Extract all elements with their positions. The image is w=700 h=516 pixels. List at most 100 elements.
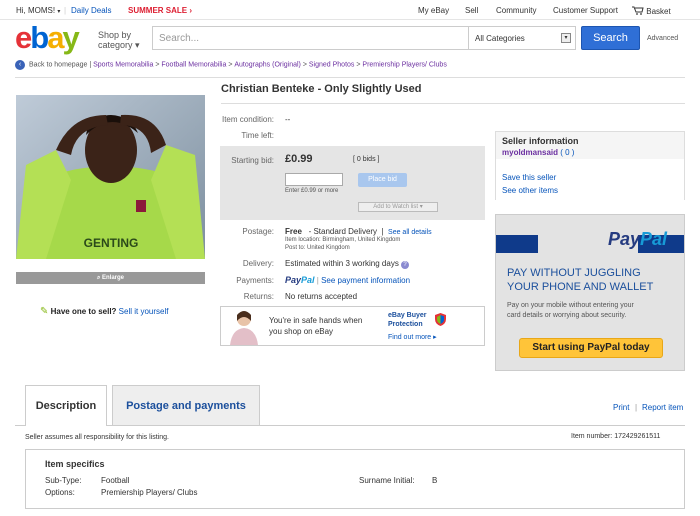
find-out-more-link[interactable]: Find out more ▸ bbox=[388, 333, 437, 341]
see-other-items-link[interactable]: See other items bbox=[502, 186, 558, 195]
protection-line-1: You're in safe hands when bbox=[269, 316, 363, 325]
advert-body-2: card details or worrying about security. bbox=[507, 312, 627, 319]
advert-headline-2: YOUR PHONE AND WALLET bbox=[507, 281, 654, 293]
shop-by-category[interactable]: Shop by category ▾ bbox=[98, 30, 140, 50]
community-link[interactable]: Community bbox=[496, 6, 536, 15]
search-button[interactable]: Search bbox=[581, 26, 640, 50]
basket-link[interactable]: Basket bbox=[632, 6, 671, 16]
post-to: Post to: United Kingdom bbox=[285, 245, 350, 251]
add-to-watch-list-button[interactable]: Add to Watch list ▾ bbox=[358, 202, 438, 212]
paypal-logo: PayPal bbox=[608, 229, 668, 249]
product-image[interactable]: GENTING bbox=[16, 95, 205, 259]
returns-label: Returns: bbox=[243, 292, 274, 301]
breadcrumb-item[interactable]: Premiership Players/ Clubs bbox=[362, 62, 446, 69]
breadcrumb-item[interactable]: Sports Memorabilia bbox=[93, 62, 153, 69]
have-one-to-sell: ✎ Have one to sell? Sell it yourself bbox=[40, 306, 169, 317]
sub-type-label: Sub-Type: bbox=[45, 476, 82, 485]
feedback-score[interactable]: ( 0 ) bbox=[560, 148, 574, 157]
seller-disclaimer: Seller assumes all responsibility for th… bbox=[25, 434, 169, 441]
postage-label: Postage: bbox=[242, 227, 274, 236]
divider bbox=[221, 103, 685, 104]
condition-value: -- bbox=[285, 115, 291, 124]
print-link[interactable]: Print bbox=[613, 403, 629, 412]
paypal-logo: PayPal bbox=[285, 275, 315, 285]
basket-icon bbox=[632, 6, 644, 15]
product-photo: GENTING bbox=[16, 95, 205, 259]
woman-image bbox=[230, 311, 258, 345]
greeting-menu[interactable]: Hi, MOMS! ▾ bbox=[16, 6, 60, 15]
bids-count-link[interactable]: [ 0 bids ] bbox=[353, 156, 379, 163]
listing-title: Christian Benteke - Only Slightly Used bbox=[221, 83, 422, 95]
protection-line-2: you shop on eBay bbox=[269, 327, 334, 336]
options-value: Premiership Players/ Clubs bbox=[101, 488, 198, 497]
divider bbox=[15, 425, 685, 426]
advert-headline-1: PAY WITHOUT JUGGLING bbox=[507, 267, 641, 279]
search-input[interactable]: Search... bbox=[152, 26, 469, 50]
back-to-homepage-link[interactable]: Back to homepage bbox=[29, 62, 87, 69]
daily-deals-link[interactable]: Daily Deals bbox=[71, 6, 111, 15]
customer-support-link[interactable]: Customer Support bbox=[553, 6, 618, 15]
protection-brand-1: eBay Buyer bbox=[388, 312, 427, 319]
starting-bid-label: Starting bid: bbox=[231, 156, 274, 165]
see-all-details-link[interactable]: See all details bbox=[388, 229, 432, 236]
payments-label: Payments: bbox=[236, 276, 274, 285]
back-arrow-icon[interactable]: ‹ bbox=[15, 60, 25, 70]
my-ebay-link[interactable]: My eBay bbox=[418, 6, 449, 15]
item-location: Item location: Birmingham, United Kingdo… bbox=[285, 237, 401, 243]
sell-link[interactable]: Sell bbox=[465, 6, 478, 15]
chevron-right-icon: › bbox=[189, 6, 193, 15]
tag-icon: ✎ bbox=[40, 306, 49, 317]
bid-hint: Enter £0.99 or more bbox=[285, 188, 339, 194]
seller-information-box: Seller information myoldmansaid ( 0 ) Sa… bbox=[495, 131, 685, 200]
item-specifics-title: Item specifics bbox=[45, 459, 105, 469]
time-left-label: Time left: bbox=[241, 131, 274, 140]
item-number: Item number: 172429261511 bbox=[571, 433, 661, 440]
seller-name-row: myoldmansaid ( 0 ) bbox=[502, 148, 574, 157]
starting-bid-value: £0.99 bbox=[285, 153, 313, 165]
info-icon[interactable]: ? bbox=[401, 261, 410, 269]
surname-initial-label: Surname Initial: bbox=[359, 476, 415, 485]
tab-description[interactable]: Description bbox=[25, 385, 107, 426]
delivery-value: Estimated within 3 working days ? bbox=[285, 259, 410, 269]
buyer-protection-banner[interactable]: You're in safe hands when you shop on eB… bbox=[220, 306, 485, 346]
returns-value: No returns accepted bbox=[285, 292, 358, 301]
see-payment-info-link[interactable]: See payment information bbox=[321, 276, 410, 285]
report-item-link[interactable]: Report item bbox=[642, 403, 683, 412]
summer-sale-link[interactable]: SUMMER SALE › bbox=[128, 6, 192, 15]
breadcrumb-item[interactable]: Football Memorabilia bbox=[161, 62, 226, 69]
sub-type-value: Football bbox=[101, 476, 130, 485]
payments-row: PayPal | See payment information bbox=[285, 275, 411, 285]
sell-it-yourself-link[interactable]: Sell it yourself bbox=[119, 307, 169, 316]
chevron-down-icon: ▾ bbox=[135, 40, 140, 50]
advert-body-1: Pay on your mobile without entering your bbox=[507, 302, 634, 309]
breadcrumb: ‹ Back to homepage | Sports Memorabilia >… bbox=[15, 60, 695, 72]
divider bbox=[15, 77, 685, 78]
breadcrumb-item[interactable]: Autographs (Original) bbox=[234, 62, 301, 69]
category-select[interactable]: All Categories ▾ bbox=[469, 26, 576, 50]
shirt-sponsor-text: GENTING bbox=[84, 236, 139, 250]
delivery-label: Delivery: bbox=[242, 259, 274, 268]
seller-name-link[interactable]: myoldmansaid bbox=[502, 148, 558, 157]
ebay-logo[interactable]: ebay bbox=[15, 22, 80, 54]
magnifier-icon: ⌕ bbox=[96, 275, 101, 281]
options-label: Options: bbox=[45, 488, 75, 497]
enlarge-button[interactable]: ⌕ Enlarge bbox=[16, 272, 205, 284]
condition-label: Item condition: bbox=[221, 115, 274, 124]
place-bid-button[interactable]: Place bid bbox=[358, 173, 407, 187]
item-specifics-box: Item specifics Sub-Type: Football Option… bbox=[25, 449, 685, 509]
bid-amount-input[interactable] bbox=[285, 173, 343, 186]
advanced-search-link[interactable]: Advanced bbox=[647, 35, 678, 42]
breadcrumb-item[interactable]: Signed Photos bbox=[309, 62, 355, 69]
protection-brand-2: Protection bbox=[388, 321, 423, 328]
tab-postage-and-payments[interactable]: Postage and payments bbox=[112, 385, 260, 426]
chevron-down-icon: ▾ bbox=[57, 9, 61, 15]
start-using-paypal-button[interactable]: Start using PayPal today bbox=[519, 338, 663, 358]
shield-icon bbox=[435, 313, 446, 326]
seller-heading: Seller information bbox=[502, 136, 579, 146]
dropdown-arrow-icon: ▾ bbox=[561, 33, 571, 43]
save-seller-link[interactable]: Save this seller bbox=[502, 173, 556, 182]
chevron-down-icon: ▾ bbox=[419, 204, 423, 210]
postage-row: Free - Standard Delivery | See all detai… bbox=[285, 227, 432, 236]
top-bar: Hi, MOMS! ▾ | Daily Deals SUMMER SALE › … bbox=[0, 0, 700, 20]
paypal-advert[interactable]: PayPal PAY WITHOUT JUGGLING YOUR PHONE A… bbox=[495, 214, 685, 371]
